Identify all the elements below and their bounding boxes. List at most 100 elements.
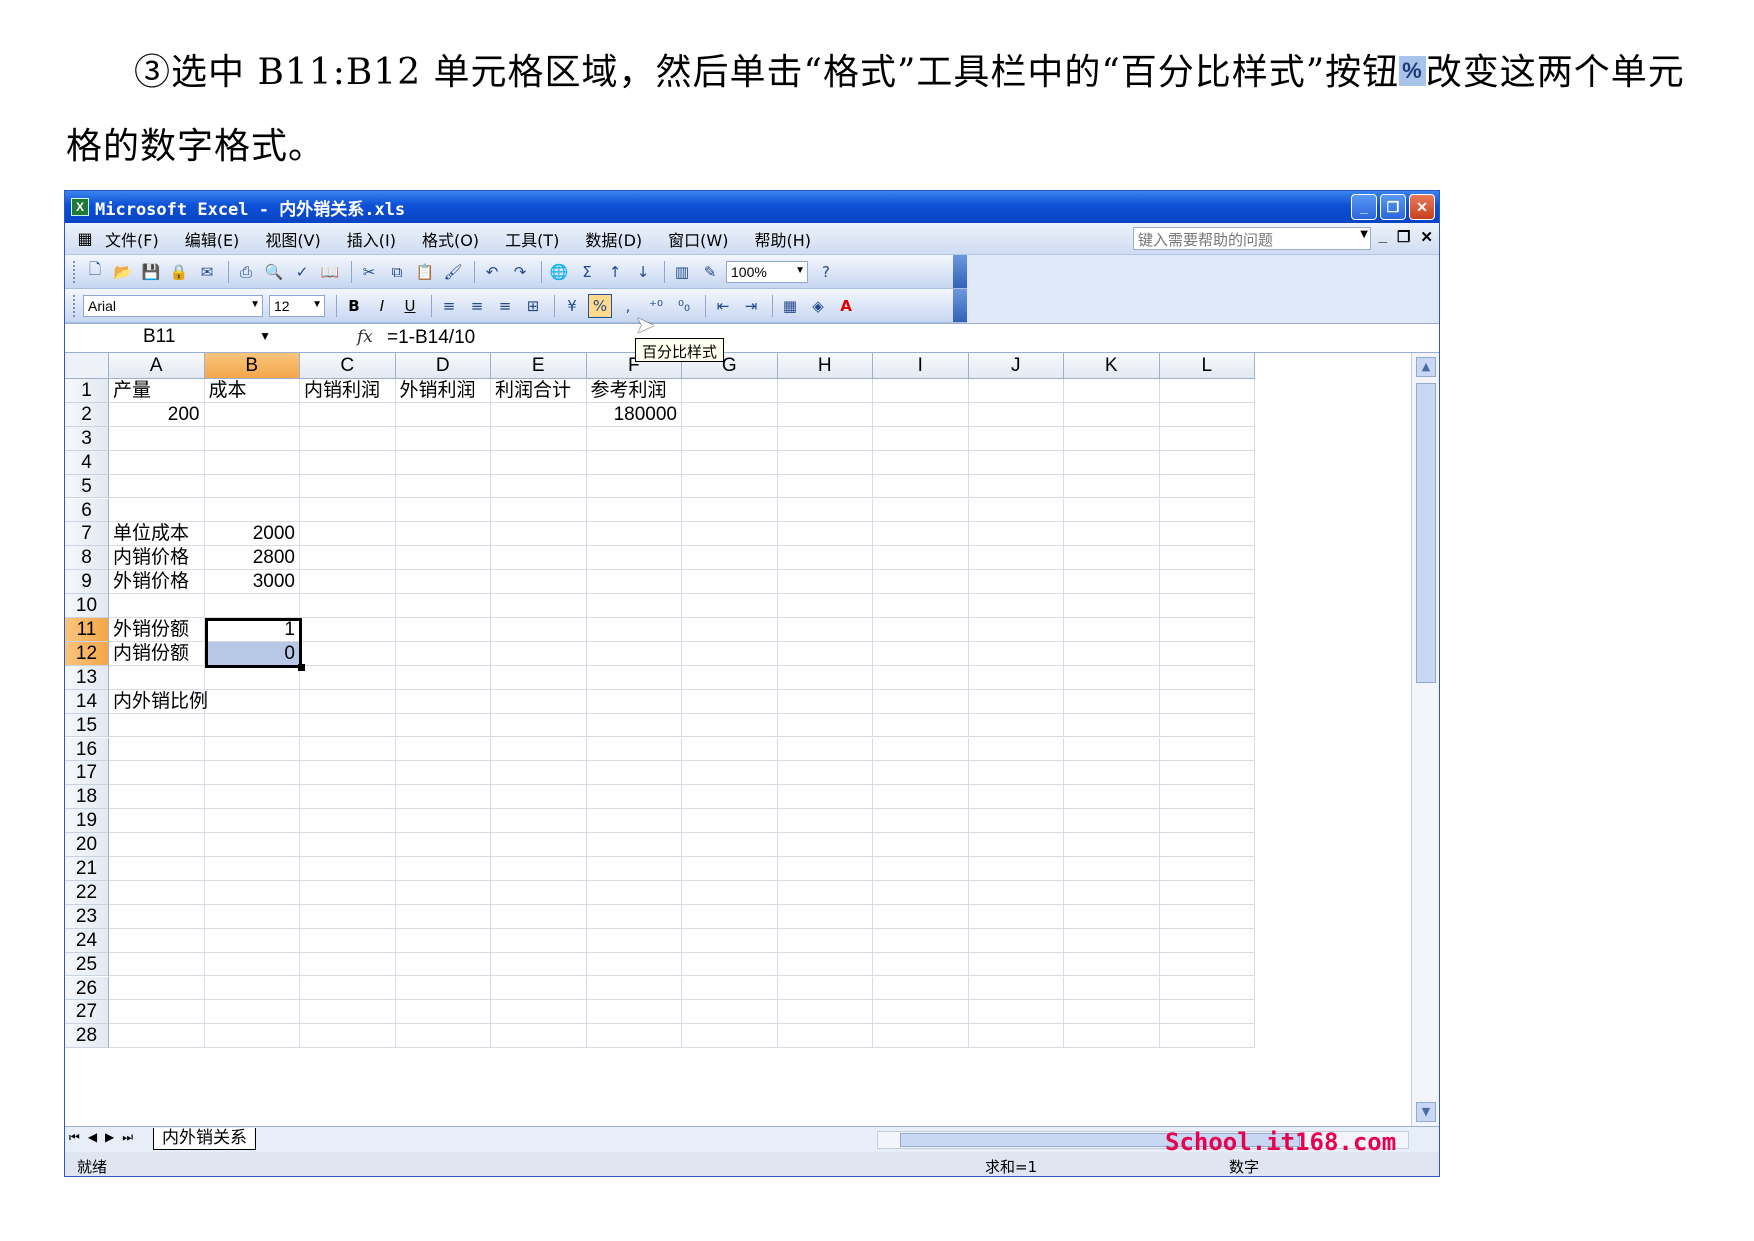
prev-sheet-icon[interactable]: ◀: [88, 1130, 97, 1145]
cell-f2[interactable]: 180000: [586, 402, 682, 427]
column-header-l[interactable]: L: [1159, 353, 1255, 379]
next-sheet-icon[interactable]: ▶: [105, 1130, 114, 1145]
cell-a19[interactable]: [109, 809, 205, 834]
cell-i22[interactable]: [873, 880, 969, 905]
cell-b21[interactable]: [204, 857, 300, 881]
cell-f27[interactable]: [586, 1000, 682, 1025]
row-header-4[interactable]: 4: [65, 450, 109, 475]
cell-k7[interactable]: [1064, 522, 1160, 547]
cell-j25[interactable]: [968, 952, 1064, 977]
cell-d23[interactable]: [395, 904, 491, 929]
cell-g7[interactable]: [682, 522, 778, 547]
cell-c10[interactable]: [300, 594, 396, 618]
help-search-input[interactable]: 键入需要帮助的问题 ▼: [1133, 227, 1371, 250]
cell-g18[interactable]: [682, 785, 778, 810]
print-icon[interactable]: ⎙: [234, 260, 258, 284]
cell-h20[interactable]: [777, 833, 873, 857]
cell-d1[interactable]: 外销利润: [395, 379, 491, 403]
scroll-up-icon[interactable]: ▲: [1416, 357, 1436, 377]
cell-e8[interactable]: [491, 546, 587, 571]
cell-k27[interactable]: [1064, 1000, 1160, 1025]
cell-l5[interactable]: [1159, 474, 1255, 499]
cell-b8[interactable]: 2800: [204, 546, 300, 571]
cell-c11[interactable]: [300, 618, 396, 642]
cell-l21[interactable]: [1159, 857, 1255, 881]
cell-l20[interactable]: [1159, 833, 1255, 857]
cell-l1[interactable]: [1159, 379, 1255, 403]
cell-d10[interactable]: [395, 594, 491, 618]
cell-k12[interactable]: [1064, 641, 1160, 666]
cell-j20[interactable]: [968, 833, 1064, 857]
redo-icon[interactable]: ↷: [508, 260, 532, 284]
cell-d17[interactable]: [395, 761, 491, 786]
cell-f15[interactable]: [586, 713, 682, 738]
cell-d28[interactable]: [395, 1024, 491, 1049]
decrease-decimal-icon[interactable]: ⁰₀: [672, 294, 696, 318]
borders-icon[interactable]: ▦: [778, 294, 802, 318]
cell-l6[interactable]: [1159, 498, 1255, 523]
cell-j12[interactable]: [968, 641, 1064, 666]
cell-c25[interactable]: [300, 952, 396, 977]
cell-a2[interactable]: 200: [109, 402, 205, 427]
cell-a10[interactable]: [109, 594, 205, 618]
save-icon[interactable]: 💾: [139, 260, 163, 284]
cell-f10[interactable]: [586, 594, 682, 618]
column-header-j[interactable]: J: [968, 353, 1064, 379]
cell-d13[interactable]: [395, 665, 491, 690]
cell-l7[interactable]: [1159, 522, 1255, 547]
cell-e13[interactable]: [491, 665, 587, 690]
row-header-15[interactable]: 15: [65, 713, 109, 738]
cell-j16[interactable]: [968, 737, 1064, 762]
cell-k26[interactable]: [1064, 976, 1160, 1001]
cell-j15[interactable]: [968, 713, 1064, 738]
cell-b16[interactable]: [204, 737, 300, 762]
cell-c8[interactable]: [300, 546, 396, 571]
cell-g9[interactable]: [682, 570, 778, 595]
cell-a11[interactable]: 外销份额: [109, 618, 205, 642]
cell-i25[interactable]: [873, 952, 969, 977]
chevron-down-icon[interactable]: ▼: [250, 299, 260, 310]
fill-color-icon[interactable]: ◈: [806, 294, 830, 318]
cell-h3[interactable]: [777, 426, 873, 451]
cell-d3[interactable]: [395, 426, 491, 451]
cell-h25[interactable]: [777, 952, 873, 977]
cell-j28[interactable]: [968, 1024, 1064, 1049]
cell-c14[interactable]: [300, 689, 396, 714]
cell-l4[interactable]: [1159, 450, 1255, 475]
cell-a6[interactable]: [109, 498, 205, 523]
copy-icon[interactable]: ⧉: [385, 260, 409, 284]
close-button[interactable]: ✕: [1409, 194, 1435, 220]
cell-c23[interactable]: [300, 904, 396, 929]
cell-g4[interactable]: [682, 450, 778, 475]
cell-b6[interactable]: [204, 498, 300, 523]
cell-c18[interactable]: [300, 785, 396, 810]
chevron-down-icon[interactable]: ▼: [259, 329, 271, 343]
cell-b27[interactable]: [204, 1000, 300, 1025]
menu-help[interactable]: 帮助(H): [754, 227, 811, 251]
cell-b22[interactable]: [204, 880, 300, 905]
cell-l11[interactable]: [1159, 618, 1255, 642]
cell-c12[interactable]: [300, 641, 396, 666]
cell-a27[interactable]: [109, 1000, 205, 1025]
cell-i23[interactable]: [873, 904, 969, 929]
cell-k11[interactable]: [1064, 618, 1160, 642]
underline-icon[interactable]: U: [398, 294, 422, 318]
cell-e27[interactable]: [491, 1000, 587, 1025]
row-header-10[interactable]: 10: [65, 594, 109, 618]
align-center-icon[interactable]: ≡: [465, 294, 489, 318]
cell-c16[interactable]: [300, 737, 396, 762]
toolbar-options-icon[interactable]: [953, 289, 967, 322]
cell-b11[interactable]: 1: [204, 618, 300, 642]
cell-l22[interactable]: [1159, 880, 1255, 905]
cell-j13[interactable]: [968, 665, 1064, 690]
cell-l23[interactable]: [1159, 904, 1255, 929]
cell-b28[interactable]: [204, 1024, 300, 1049]
cell-b12[interactable]: 0: [204, 641, 300, 666]
cell-i17[interactable]: [873, 761, 969, 786]
cell-e10[interactable]: [491, 594, 587, 618]
cell-e19[interactable]: [491, 809, 587, 834]
cell-e22[interactable]: [491, 880, 587, 905]
cell-b10[interactable]: [204, 594, 300, 618]
cell-a16[interactable]: [109, 737, 205, 762]
cell-g6[interactable]: [682, 498, 778, 523]
